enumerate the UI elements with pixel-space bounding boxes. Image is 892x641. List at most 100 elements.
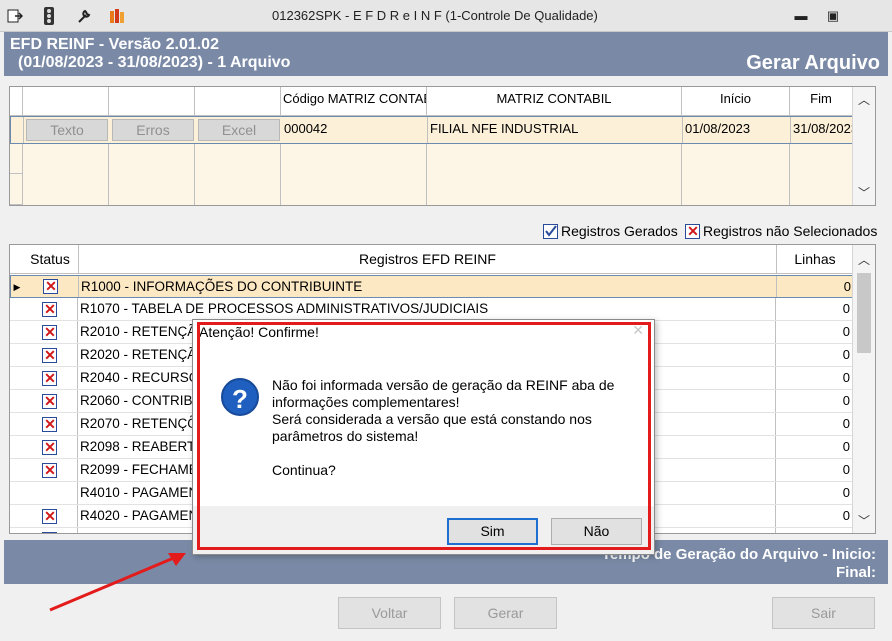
not-selected-icon[interactable]	[42, 324, 57, 341]
record-lines: 0	[842, 370, 850, 385]
file-grid-header: Código MATRIZ CONTABIL MATRIZ CONTABIL I…	[10, 87, 853, 116]
cell-matriz: FILIAL NFE INDUSTRIAL	[428, 117, 683, 143]
row-indicator-icon	[10, 482, 22, 504]
col-matriz-contabil[interactable]: MATRIZ CONTABIL	[427, 87, 682, 116]
status-cell[interactable]	[23, 276, 79, 297]
header-band: EFD REINF - Versão 2.01.02 (01/08/2023 -…	[4, 32, 888, 76]
status-cell[interactable]	[22, 413, 78, 435]
row-indicator-icon	[10, 321, 22, 343]
file-grid-scrollbar[interactable]: ︿ ﹀	[852, 87, 875, 205]
cell-codigo: 000042	[282, 117, 428, 143]
traffic-light-icon[interactable]	[40, 7, 58, 25]
scroll-up-icon[interactable]: ︿	[853, 251, 875, 268]
status-cell[interactable]	[22, 367, 78, 389]
table-row[interactable]: R1070 - TABELA DE PROCESSOS ADMINISTRATI…	[10, 298, 853, 321]
status-cell[interactable]	[22, 459, 78, 481]
cell-inicio: 01/08/2023	[683, 117, 791, 143]
generation-time-end: Final:	[836, 564, 876, 581]
record-lines: 0	[842, 462, 850, 477]
col-fim[interactable]: Fim	[790, 87, 853, 116]
not-selected-icon[interactable]	[42, 370, 57, 387]
not-selected-icon[interactable]	[42, 416, 57, 433]
row-indicator-icon	[10, 413, 22, 435]
row-indicator-icon	[10, 390, 22, 412]
checked-icon	[543, 223, 558, 239]
record-lines: 0	[842, 347, 850, 362]
window-title: 012362SPK - E F D R e I N F (1-Controle …	[272, 8, 598, 23]
record-lines: 0	[842, 324, 850, 339]
record-lines: 0	[842, 301, 850, 316]
not-selected-icon[interactable]	[42, 347, 57, 364]
record-lines: 0	[777, 528, 853, 533]
not-selected-icon[interactable]	[42, 462, 57, 479]
action-title: Gerar Arquivo	[746, 52, 880, 74]
record-lines: 0	[843, 279, 851, 294]
row-indicator-icon	[10, 459, 22, 481]
row-indicator-icon	[10, 505, 22, 527]
row-indicator-icon	[10, 367, 22, 389]
voltar-button[interactable]: Voltar	[338, 597, 441, 629]
app-window: 012362SPK - E F D R e I N F (1-Controle …	[0, 0, 892, 641]
row-indicator-icon	[10, 436, 22, 458]
legend-generated: Registros Gerados	[543, 223, 678, 239]
not-selected-icon[interactable]	[42, 531, 57, 533]
row-indicator-icon: ▶	[13, 282, 21, 292]
record-lines: 0	[842, 416, 850, 431]
period-label: (01/08/2023 - 31/08/2023) - 1 Arquivo	[18, 54, 291, 71]
file-grid-row[interactable]: Texto Erros Excel 000042 FILIAL NFE INDU…	[10, 116, 854, 144]
row-indicator-icon	[10, 298, 22, 320]
status-cell[interactable]	[22, 505, 78, 527]
status-cell[interactable]	[22, 298, 78, 320]
scroll-thumb[interactable]	[857, 273, 871, 353]
not-selected-icon[interactable]	[43, 278, 58, 295]
record-lines: 0	[842, 393, 850, 408]
minimize-button[interactable]: ▬	[790, 8, 812, 24]
wrench-icon[interactable]	[75, 7, 93, 25]
restore-button[interactable]: ▣	[822, 8, 844, 24]
gerar-button[interactable]: Gerar	[454, 597, 557, 629]
legend-generated-label: Registros Gerados	[561, 223, 678, 239]
status-cell[interactable]	[22, 344, 78, 366]
table-row[interactable]: ▶ R1000 - INFORMAÇÕES DO CONTRIBUINTE 0	[10, 275, 853, 298]
row-indicator-icon	[10, 344, 22, 366]
sair-button[interactable]: Sair	[772, 597, 875, 629]
title-bar: 012362SPK - E F D R e I N F (1-Controle …	[0, 0, 892, 32]
col-linhas[interactable]: Linhas	[777, 245, 853, 274]
records-grid-header: Status Registros EFD REINF Linhas	[10, 245, 853, 274]
records-grid-scrollbar[interactable]: ︿ ﹀	[852, 245, 875, 533]
excel-button[interactable]: Excel	[198, 119, 280, 141]
scroll-down-icon[interactable]: ﹀	[853, 184, 875, 201]
not-selected-icon[interactable]	[42, 439, 57, 456]
not-selected-icon[interactable]	[42, 393, 57, 410]
erros-button[interactable]: Erros	[112, 119, 194, 141]
cell-fim: 31/08/2023	[791, 117, 854, 143]
col-registros[interactable]: Registros EFD REINF	[79, 245, 777, 274]
books-icon[interactable]	[108, 7, 126, 25]
scroll-down-icon[interactable]: ﹀	[853, 512, 875, 529]
unchecked-x-icon	[685, 223, 700, 240]
col-inicio[interactable]: Início	[682, 87, 790, 116]
col-codigo-matriz[interactable]: Código MATRIZ CONTABIL	[281, 87, 427, 116]
legend-not-selected: Registros não Selecionados	[685, 223, 878, 240]
record-name: R1070 - TABELA DE PROCESSOS ADMINISTRATI…	[79, 298, 776, 320]
record-name: R1000 - INFORMAÇÕES DO CONTRIBUINTE	[80, 276, 777, 297]
status-cell[interactable]	[22, 528, 78, 533]
not-selected-icon[interactable]	[42, 301, 57, 318]
export-icon[interactable]	[6, 7, 24, 25]
record-lines: 0	[842, 485, 850, 500]
highlight-box	[197, 322, 651, 550]
not-selected-icon[interactable]	[42, 508, 57, 525]
legend-not-selected-label: Registros não Selecionados	[703, 223, 878, 239]
status-cell[interactable]	[22, 321, 78, 343]
page-title: EFD REINF - Versão 2.01.02	[10, 36, 219, 53]
col-status[interactable]: Status	[10, 245, 79, 274]
file-grid: Código MATRIZ CONTABIL MATRIZ CONTABIL I…	[9, 86, 876, 206]
record-lines: 0	[842, 439, 850, 454]
status-cell[interactable]	[22, 482, 78, 504]
record-lines: 0	[842, 508, 850, 523]
scroll-up-icon[interactable]: ︿	[853, 91, 875, 108]
row-indicator-icon	[10, 528, 22, 533]
status-cell[interactable]	[22, 436, 78, 458]
texto-button[interactable]: Texto	[26, 119, 108, 141]
status-cell[interactable]	[22, 390, 78, 412]
